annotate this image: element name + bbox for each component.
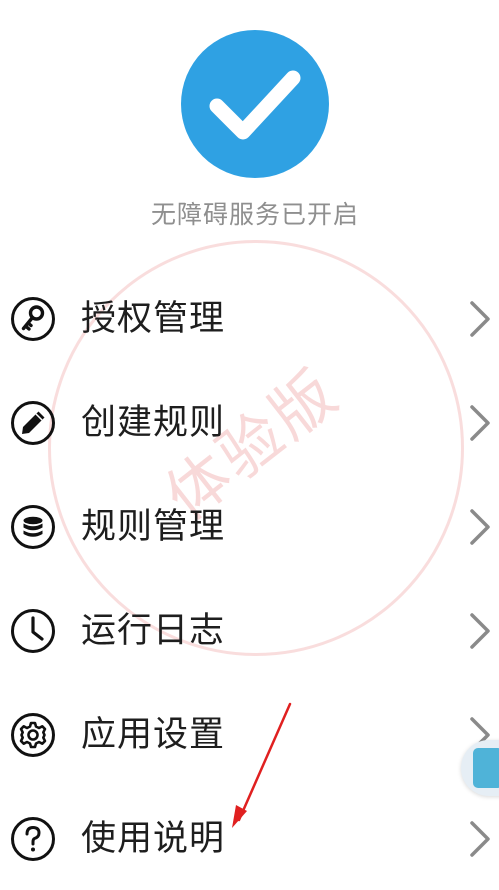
key-icon [11, 297, 55, 341]
menu-label-run-log: 运行日志 [81, 611, 226, 651]
phone-icon [473, 748, 499, 788]
menu-item-run-log[interactable]: 运行日志 [0, 578, 499, 682]
menu-item-rule-management[interactable]: 规则管理 [0, 474, 499, 578]
menu-item-app-settings[interactable]: 应用设置 [0, 682, 499, 786]
service-enabled-badge [181, 30, 329, 178]
database-icon [11, 505, 55, 549]
chevron-right-icon [470, 821, 490, 857]
menu-item-create-rule[interactable]: 创建规则 [0, 370, 499, 474]
chevron-right-icon [470, 509, 490, 545]
main-menu: 授权管理 创建规则 规则管理 运行日志 应用设置 使用说明 [0, 266, 499, 890]
menu-label-app-settings: 应用设置 [81, 715, 226, 755]
menu-label-create-rule: 创建规则 [81, 403, 226, 443]
help-icon [11, 817, 55, 861]
menu-label-instructions: 使用说明 [81, 819, 226, 859]
service-status-text: 无障碍服务已开启 [150, 200, 359, 229]
menu-item-authorization[interactable]: 授权管理 [0, 266, 499, 370]
clock-icon [11, 609, 55, 653]
menu-label-authorization: 授权管理 [81, 299, 226, 339]
gear-icon [11, 713, 55, 757]
checkmark-icon [209, 70, 301, 140]
chevron-right-icon [470, 301, 490, 337]
menu-item-instructions[interactable]: 使用说明 [0, 786, 499, 890]
chevron-right-icon [470, 613, 490, 649]
pencil-icon [11, 401, 55, 445]
menu-label-rule-management: 规则管理 [81, 507, 226, 547]
chevron-right-icon [470, 405, 490, 441]
